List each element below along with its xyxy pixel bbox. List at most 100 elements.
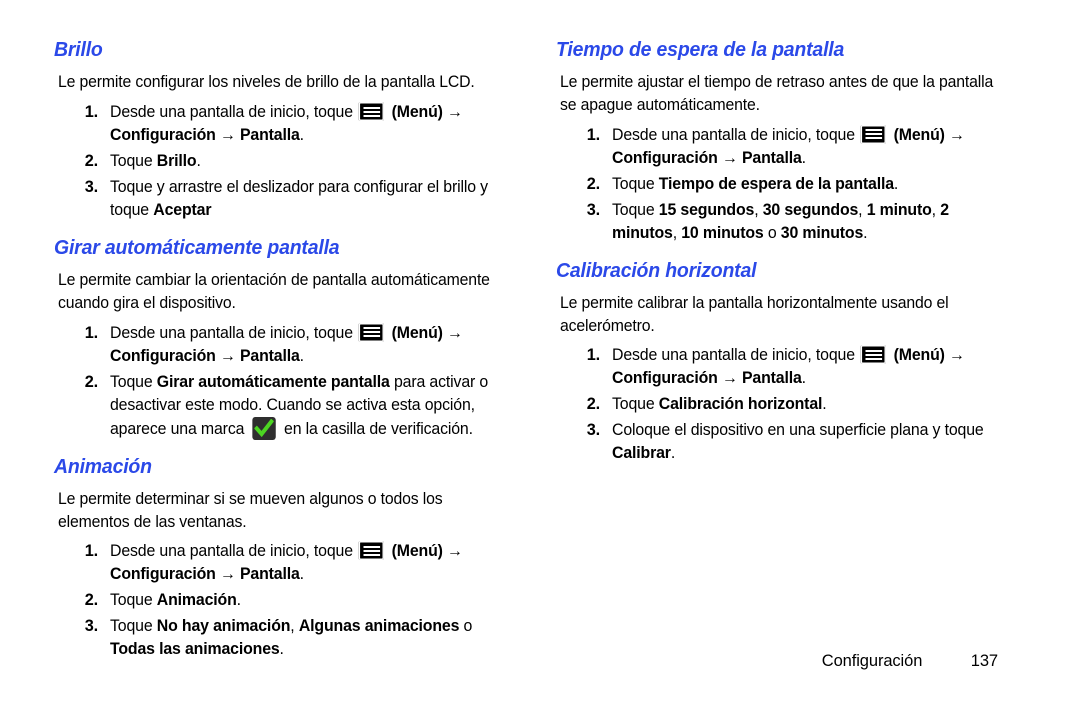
emphasis-text: (Menú) [387, 542, 448, 561]
section-intro-text: Le permite cambiar la orientación de pan… [58, 271, 490, 312]
emphasis-text: Calibrar [612, 444, 671, 463]
step-number: 2. [84, 151, 98, 170]
emphasis-text: 30 minutos [780, 223, 864, 242]
section-heading: Animación [54, 454, 152, 478]
step-number: 3. [84, 617, 98, 636]
step-item: 3. Toque 15 segundos, 30 segundos, 1 minu… [542, 199, 1022, 245]
emphasis-text: Girar automáticamente pantalla [156, 372, 390, 391]
step-item: 2. Toque Animación. [40, 589, 520, 612]
step-text: Toque Calibración horizontal. [612, 393, 1012, 416]
arrow-glyph: → [219, 125, 236, 144]
step-number: 2. [586, 395, 600, 414]
emphasis-text: Tiempo de espera de la pantalla [658, 174, 894, 193]
two-column-body: Brillo Le permite configurar los niveles … [40, 30, 1040, 664]
arrow-glyph: → [949, 125, 965, 144]
step-number: 2. [84, 591, 98, 610]
emphasis-text: Brillo [156, 151, 197, 170]
step-number: 2. [84, 372, 98, 391]
green-checkmark-icon [252, 416, 276, 440]
arrow-glyph: → [219, 565, 236, 584]
section-heading: Calibración horizontal [556, 258, 757, 282]
emphasis-text: Pantalla [741, 369, 802, 388]
menu-icon [359, 102, 385, 121]
body-text: Desde una pantalla de inicio, toque [110, 103, 358, 121]
step-text: Desde una pantalla de inicio, toque (Men… [612, 124, 1012, 170]
body-text: en la casilla de verificación. [279, 419, 473, 438]
step-item: 1. Desde una pantalla de inicio, toque (M… [40, 540, 520, 586]
content-section: Girar automáticamente pantalla Le permite… [40, 236, 520, 441]
body-text: , [858, 200, 867, 219]
step-text: Desde una pantalla de inicio, toque (Men… [612, 344, 1012, 390]
body-text: . [801, 148, 806, 167]
step-number: 3. [84, 177, 98, 196]
content-section: Animación Le permite determinar si se mue… [40, 455, 520, 662]
body-text: Toque [110, 372, 157, 391]
arrow-glyph: → [721, 148, 738, 167]
step-item: 2. Toque Brillo. [40, 150, 520, 173]
emphasis-text: Pantalla [239, 346, 300, 365]
body-text: Toque [110, 617, 157, 636]
step-number: 2. [586, 174, 600, 193]
step-list: 1. Desde una pantalla de inicio, toque (M… [40, 322, 520, 441]
arrow-glyph: → [447, 323, 463, 342]
footer-page-number: 137 [970, 652, 998, 670]
step-text: Toque y arrastre el deslizador para conf… [110, 176, 510, 222]
body-text: . [822, 395, 827, 414]
emphasis-text: Calibración horizontal [658, 395, 823, 414]
body-text: , [754, 200, 763, 219]
step-text: Toque Tiempo de espera de la pantalla. [612, 173, 1012, 196]
body-text: . [196, 151, 201, 170]
arrow-glyph: → [447, 542, 463, 561]
arrow-glyph: → [447, 103, 463, 121]
content-section: Tiempo de espera de la pantalla Le permit… [542, 38, 1022, 245]
emphasis-text: 1 minuto [866, 200, 932, 219]
step-item: 3. Coloque el dispositivo en una superfic… [542, 419, 1022, 465]
step-item: 1. Desde una pantalla de inicio, toque (M… [40, 101, 520, 147]
emphasis-text: (Menú) [889, 346, 950, 365]
step-text: Toque 15 segundos, 30 segundos, 1 minuto… [612, 199, 1012, 245]
body-text: . [299, 565, 304, 584]
step-item: 2. Toque Girar automáticamente pantalla p… [40, 371, 520, 441]
body-text: Toque [612, 395, 659, 414]
step-text: Desde una pantalla de inicio, toque (Men… [110, 540, 510, 586]
section-heading: Tiempo de espera de la pantalla [556, 38, 845, 61]
section-heading: Brillo [54, 38, 103, 61]
body-text: Toque [110, 151, 157, 170]
body-text: Toque [110, 591, 157, 610]
step-item: 1. Desde una pantalla de inicio, toque (M… [542, 344, 1022, 390]
body-text: o [459, 617, 473, 636]
emphasis-text: No hay animación [156, 617, 291, 636]
body-text: . [801, 369, 806, 388]
body-text: Coloque el dispositivo en una superficie… [612, 421, 984, 440]
step-text: Desde una pantalla de inicio, toque (Men… [110, 101, 510, 147]
body-text: Toque [612, 174, 659, 193]
step-number: 3. [586, 421, 600, 440]
emphasis-text: Configuración [612, 148, 718, 167]
column-right: Tiempo de espera de la pantalla Le permit… [542, 30, 1022, 468]
content-section: Brillo Le permite configurar los niveles … [40, 38, 520, 222]
section-heading: Girar automáticamente pantalla [54, 235, 340, 259]
step-number: 1. [84, 323, 98, 342]
step-number: 1. [586, 346, 600, 365]
body-text: . [299, 125, 304, 144]
body-text: o [763, 223, 781, 242]
body-text: . [236, 591, 241, 610]
arrow-glyph: → [721, 369, 738, 388]
step-item: 2. Toque Tiempo de espera de la pantalla. [542, 173, 1022, 196]
menu-icon [861, 345, 887, 365]
emphasis-text: (Menú) [387, 323, 448, 342]
step-text: Coloque el dispositivo en una superficie… [612, 419, 1012, 465]
emphasis-text: Configuración [110, 346, 216, 365]
emphasis-text: Configuración [612, 369, 718, 388]
section-intro-text: Le permite determinar si se mueven algun… [58, 489, 443, 531]
step-number: 3. [586, 200, 600, 219]
step-list: 1. Desde una pantalla de inicio, toque (M… [40, 540, 520, 661]
footer-section-label: Configuración [821, 652, 923, 670]
menu-icon [359, 541, 385, 561]
step-list: 1. Desde una pantalla de inicio, toque (M… [542, 124, 1022, 245]
section-intro-text: Le permite ajustar el tiempo de retraso … [560, 73, 994, 114]
emphasis-text: Configuración [110, 565, 216, 584]
content-section: Calibración horizontal Le permite calibra… [542, 259, 1022, 466]
arrow-glyph: → [949, 346, 965, 365]
step-item: 2. Toque Calibración horizontal. [542, 393, 1022, 416]
